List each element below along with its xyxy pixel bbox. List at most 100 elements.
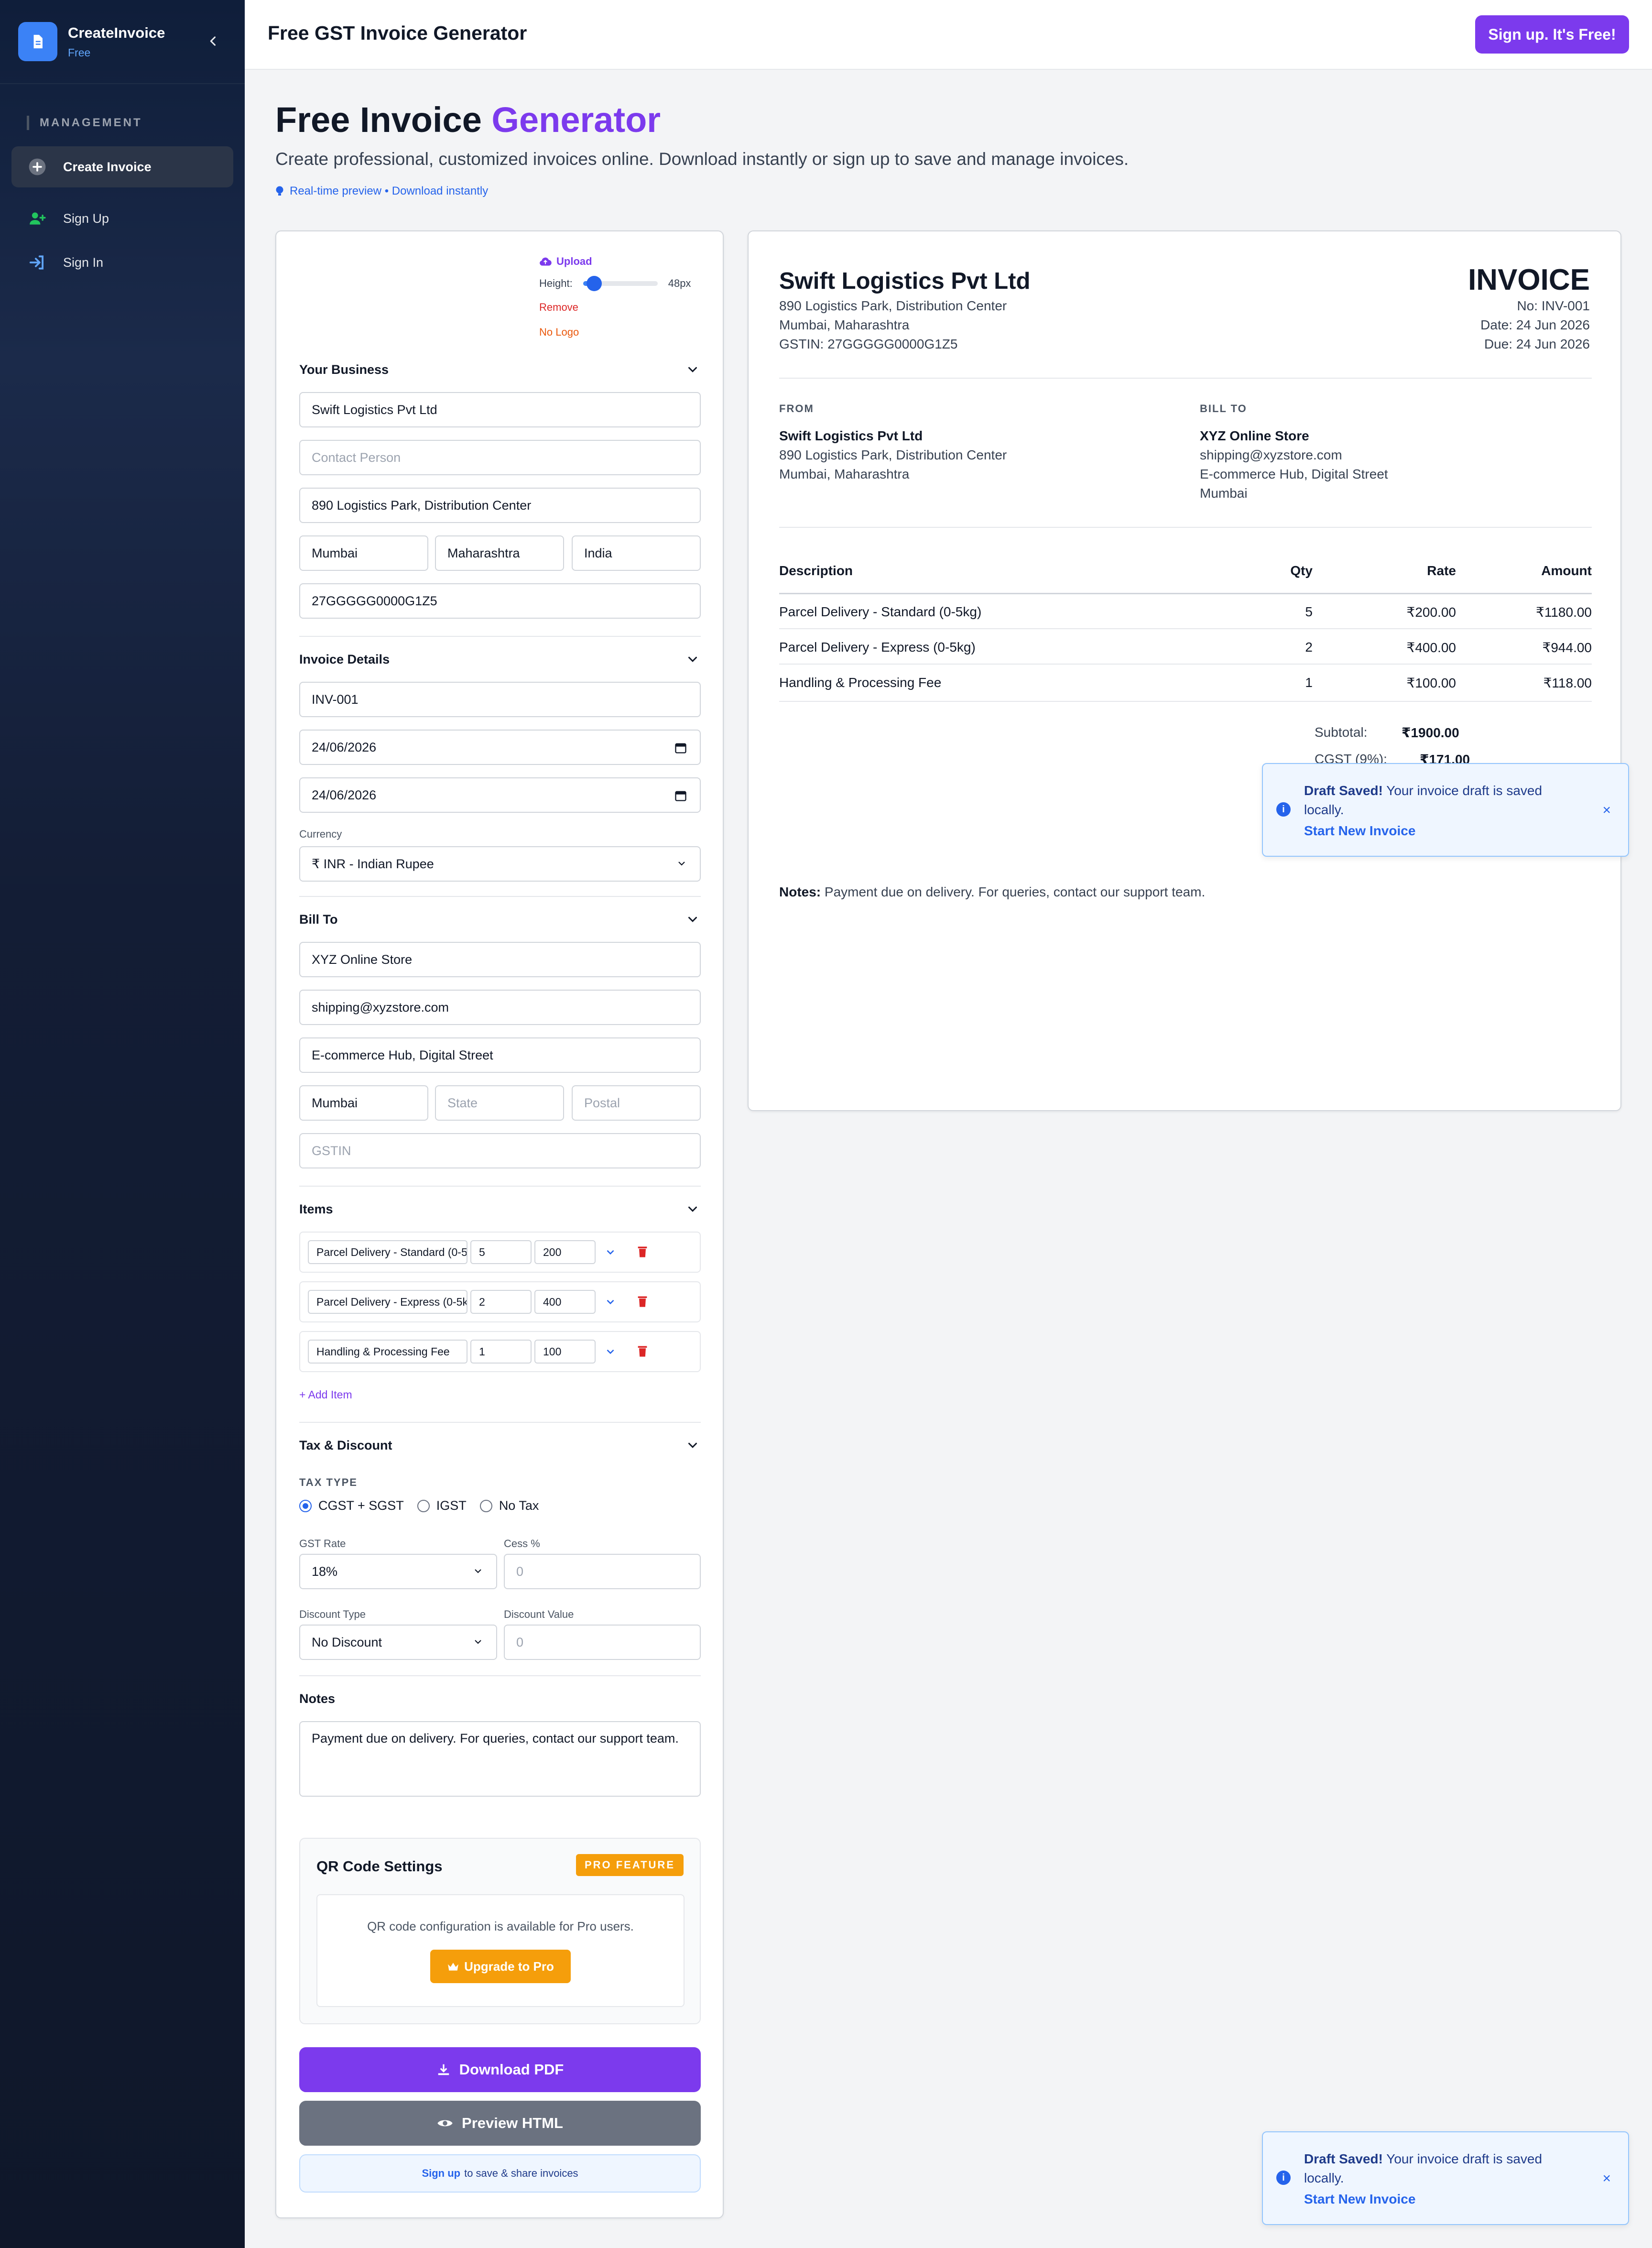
chevron-down-icon[interactable] [604, 1345, 617, 1358]
discount-type-select[interactable]: No Discount [299, 1625, 497, 1660]
radio[interactable] [417, 1499, 430, 1512]
client-name-input[interactable]: XYZ Online Store [299, 942, 701, 977]
trash-icon[interactable] [637, 1295, 648, 1308]
download-pdf-button[interactable]: Download PDF [299, 2047, 701, 2092]
item-rate-input[interactable]: 200 [534, 1240, 596, 1264]
item-rate-input[interactable]: 100 [534, 1340, 596, 1364]
section-invoice-details[interactable]: Invoice Details [299, 652, 390, 667]
chevron-down-icon[interactable] [685, 652, 700, 666]
chevron-down-icon[interactable] [604, 1296, 617, 1308]
section-your-business[interactable]: Your Business [299, 362, 389, 377]
item-description-input[interactable]: Handling & Processing Fee [308, 1340, 467, 1364]
invoice-number-input[interactable]: INV-001 [299, 682, 701, 717]
hero-title-main: Free Invoice [275, 100, 492, 140]
invoice-date-input[interactable]: 24/06/2026 [299, 730, 701, 765]
tax-option-no-tax[interactable]: No Tax [479, 1498, 539, 1513]
item-rate-input[interactable]: 400 [534, 1290, 596, 1314]
item-description-input[interactable]: Parcel Delivery - Express (0-5kg) [308, 1290, 467, 1314]
table-row-rule [779, 628, 1592, 629]
slider-handle[interactable] [587, 276, 602, 291]
trash-icon[interactable] [637, 1245, 648, 1258]
close-icon[interactable]: × [1602, 802, 1611, 818]
invoice-preview: Swift Logistics Pvt Ltd 890 Logistics Pa… [748, 230, 1621, 1111]
section-items[interactable]: Items [299, 1202, 333, 1217]
client-address-input[interactable]: E-commerce Hub, Digital Street [299, 1037, 701, 1073]
client-gstin-input[interactable]: GSTIN [299, 1133, 701, 1168]
gst-rate-select[interactable]: 18% [299, 1554, 497, 1589]
chevron-down-icon[interactable] [685, 1202, 700, 1216]
download-icon [438, 2064, 449, 2075]
row-description: Handling & Processing Fee [779, 675, 942, 690]
upload-label: Upload [556, 255, 592, 267]
user-plus-icon [28, 209, 47, 228]
client-postal-input[interactable]: Postal [572, 1085, 701, 1121]
business-state-input[interactable]: Maharashtra [435, 535, 564, 571]
tax-option-cgst-sgst[interactable]: CGST + SGST [299, 1498, 404, 1513]
app-logo[interactable] [18, 22, 57, 61]
business-gstin-input[interactable]: 27GGGGG0000G1Z5 [299, 583, 701, 619]
item-description-input[interactable]: Parcel Delivery - Standard (0-5kg) [308, 1240, 467, 1264]
section-tax-discount[interactable]: Tax & Discount [299, 1438, 392, 1453]
chevron-down-icon[interactable] [604, 1246, 617, 1258]
chevron-down-icon[interactable] [685, 362, 700, 377]
calendar-icon[interactable] [674, 741, 687, 754]
business-country-input[interactable]: India [572, 535, 701, 571]
signup-cta-button[interactable]: Sign up. It's Free! [1475, 15, 1629, 54]
pro-feature-badge: PRO FEATURE [576, 1854, 684, 1876]
discount-value-input[interactable]: 0 [504, 1625, 701, 1660]
upgrade-to-pro-button[interactable]: Upgrade to Pro [430, 1950, 571, 1983]
signup-link[interactable]: Sign up [422, 2167, 460, 2180]
notes-textarea[interactable]: Payment due on delivery. For queries, co… [299, 1721, 701, 1797]
client-email-input[interactable]: shipping@xyzstore.com [299, 990, 701, 1025]
download-pdf-label: Download PDF [459, 2061, 564, 2078]
radio-label: No Tax [499, 1498, 539, 1513]
item-qty-input[interactable]: 5 [470, 1240, 532, 1264]
due-date-input[interactable]: 24/06/2026 [299, 777, 701, 813]
radio[interactable] [479, 1499, 492, 1512]
chevron-down-icon[interactable] [685, 1438, 700, 1452]
sidebar-item-create-invoice[interactable]: Create Invoice [11, 146, 233, 187]
divider [299, 1186, 701, 1187]
column-header-amount: Amount [1541, 563, 1592, 578]
preview-invoice-number: No: INV-001 [1517, 298, 1590, 313]
upload-logo-link[interactable]: Upload [539, 255, 691, 268]
sidebar-item-sign-in[interactable]: Sign In [11, 242, 233, 283]
preview-billto-city: Mumbai [1200, 486, 1248, 501]
client-city-input[interactable]: Mumbai [299, 1085, 428, 1121]
section-bill-to[interactable]: Bill To [299, 912, 338, 927]
business-city-input[interactable]: Mumbai [299, 535, 428, 571]
qr-settings-card: QR Code Settings PRO FEATURE QR code con… [299, 1838, 701, 2024]
preview-html-button[interactable]: Preview HTML [299, 2101, 701, 2146]
cess-input[interactable]: 0 [504, 1554, 701, 1589]
currency-value: ₹ INR - Indian Rupee [312, 856, 434, 871]
chevron-down-icon [475, 1569, 481, 1573]
contact-person-input[interactable]: Contact Person [299, 440, 701, 475]
start-new-invoice-link[interactable]: Start New Invoice [1304, 823, 1415, 839]
business-name-input[interactable]: Swift Logistics Pvt Ltd [299, 392, 701, 427]
start-new-invoice-link[interactable]: Start New Invoice [1304, 2192, 1415, 2207]
remove-logo-link[interactable]: Remove [539, 301, 691, 314]
close-icon[interactable]: × [1602, 2171, 1611, 2187]
client-state-input[interactable]: State [435, 1085, 564, 1121]
preview-company-name: Swift Logistics Pvt Ltd [779, 268, 1031, 294]
calendar-icon[interactable] [674, 789, 687, 802]
business-address-input[interactable]: 890 Logistics Park, Distribution Center [299, 488, 701, 523]
chevron-down-icon[interactable] [685, 912, 700, 927]
logo-height-slider[interactable] [583, 276, 658, 291]
add-item-button[interactable]: + Add Item [299, 1388, 352, 1401]
currency-select[interactable]: ₹ INR - Indian Rupee [299, 846, 701, 882]
row-qty: 1 [1305, 675, 1313, 690]
item-qty-input[interactable]: 1 [470, 1340, 532, 1364]
chevron-left-icon [210, 36, 216, 46]
radio-selected[interactable] [299, 1499, 312, 1512]
item-qty-input[interactable]: 2 [470, 1290, 532, 1314]
row-rate: ₹200.00 [1406, 605, 1456, 620]
table-header-rule [779, 593, 1592, 594]
qr-locked-panel: QR code configuration is available for P… [316, 1894, 685, 2007]
sidebar-item-sign-up[interactable]: Sign Up [11, 198, 233, 239]
tax-option-igst[interactable]: IGST [417, 1498, 467, 1513]
collapse-sidebar-button[interactable] [203, 31, 224, 52]
table-row-rule [779, 701, 1592, 702]
signup-prompt-text: to save & share invoices [464, 2167, 578, 2179]
trash-icon[interactable] [637, 1344, 648, 1358]
